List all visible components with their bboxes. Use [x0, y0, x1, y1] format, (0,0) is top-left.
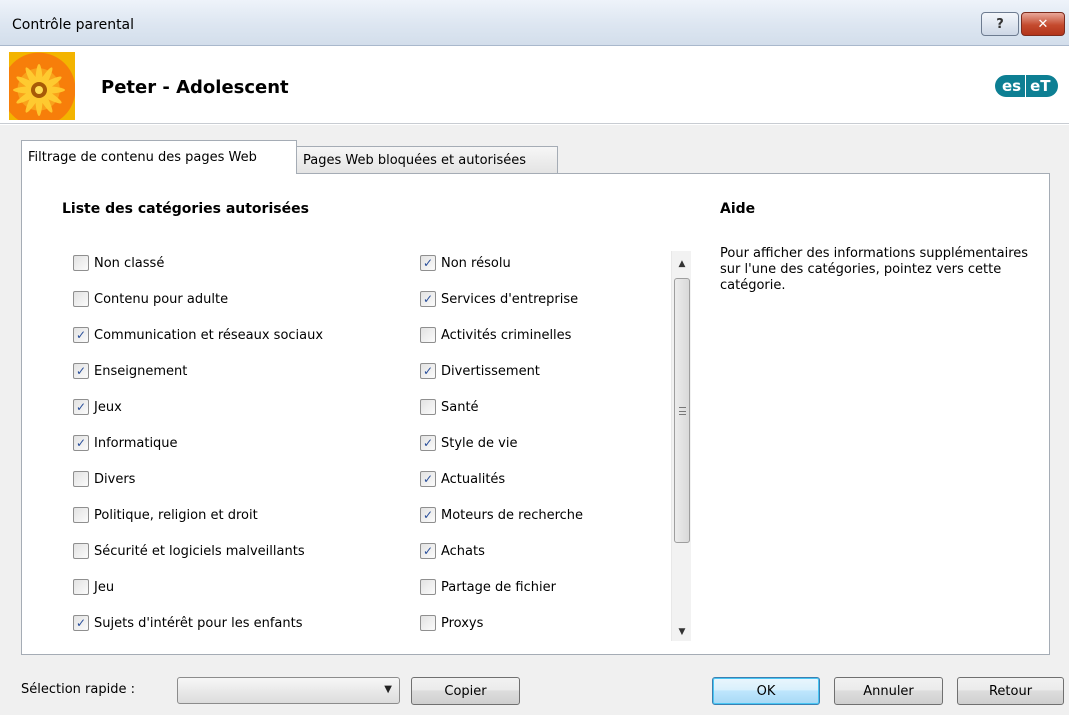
dropdown-arrow-icon: ▼ [384, 684, 392, 695]
checkbox-unchecked-icon[interactable] [73, 471, 89, 487]
category-checkbox-row[interactable]: Santé [420, 398, 479, 416]
category-checkbox-row[interactable]: ✓ Moteurs de recherche [420, 506, 583, 524]
close-icon: ✕ [1037, 16, 1049, 32]
help-icon: ? [996, 16, 1004, 32]
checkbox-unchecked-icon[interactable] [73, 507, 89, 523]
category-checkbox-row[interactable]: Divers [73, 470, 135, 488]
category-label: Jeu [94, 579, 115, 595]
checkbox-checked-icon[interactable]: ✓ [73, 399, 89, 415]
title-bar: Contrôle parental ? ✕ [0, 0, 1069, 46]
category-label: Jeux [94, 399, 122, 415]
checkbox-unchecked-icon[interactable] [420, 327, 436, 343]
checkbox-unchecked-icon[interactable] [420, 399, 436, 415]
checkbox-unchecked-icon[interactable] [73, 543, 89, 559]
tab-content-filtering[interactable]: Filtrage de contenu des pages Web [21, 140, 297, 174]
category-label: Services d'entreprise [441, 291, 579, 307]
category-label: Non classé [94, 255, 165, 271]
category-label: Contenu pour adulte [94, 291, 229, 307]
back-button[interactable]: Retour [957, 677, 1064, 705]
checkbox-unchecked-icon[interactable] [420, 579, 436, 595]
category-checkbox-row[interactable]: ✓ Style de vie [420, 434, 517, 452]
category-label: Activités criminelles [441, 327, 572, 343]
scroll-thumb[interactable] [674, 278, 690, 543]
category-checkbox-row[interactable]: Sécurité et logiciels malveillants [73, 542, 305, 560]
category-checkbox-row[interactable]: Activités criminelles [420, 326, 571, 344]
category-label: Proxys [441, 615, 484, 631]
category-scrollbar[interactable]: ▲ ▼ [671, 251, 691, 641]
category-label: Politique, religion et droit [94, 507, 258, 523]
quick-select-dropdown[interactable]: ▼ [177, 677, 400, 704]
checkbox-checked-icon[interactable]: ✓ [73, 615, 89, 631]
profile-name: Peter - Adolescent [101, 77, 289, 98]
category-checkbox-row[interactable]: Contenu pour adulte [73, 290, 228, 308]
profile-avatar [9, 52, 75, 120]
help-title: Aide [720, 201, 756, 217]
category-label: Divertissement [441, 363, 540, 379]
category-checkbox-row[interactable]: Non classé [73, 254, 164, 272]
checkbox-checked-icon[interactable]: ✓ [73, 435, 89, 451]
checkbox-checked-icon[interactable]: ✓ [73, 327, 89, 343]
tab-blocked-allowed-pages[interactable]: Pages Web bloquées et autorisées [296, 146, 558, 173]
category-checkbox-row[interactable]: ✓ Non résolu [420, 254, 511, 272]
category-checkbox-row[interactable]: ✓ Sujets d'intérêt pour les enfants [73, 614, 303, 632]
category-checkbox-row[interactable]: ✓ Enseignement [73, 362, 187, 380]
category-checkbox-row[interactable]: ✓ Services d'entreprise [420, 290, 578, 308]
tab-panel: Liste des catégories autorisées Aide Pou… [21, 173, 1050, 655]
category-checkbox-row[interactable]: ✓ Actualités [420, 470, 505, 488]
checkbox-checked-icon[interactable]: ✓ [420, 291, 436, 307]
copy-button[interactable]: Copier [411, 677, 520, 705]
checkbox-unchecked-icon[interactable] [73, 255, 89, 271]
checkbox-checked-icon[interactable]: ✓ [73, 363, 89, 379]
checkbox-unchecked-icon[interactable] [420, 615, 436, 631]
category-checkbox-row[interactable]: Politique, religion et droit [73, 506, 258, 524]
category-label: Communication et réseaux sociaux [94, 327, 324, 343]
category-checkbox-row[interactable]: ✓ Divertissement [420, 362, 540, 380]
category-label: Style de vie [441, 435, 518, 451]
ok-button[interactable]: OK [712, 677, 820, 705]
close-button[interactable]: ✕ [1021, 12, 1065, 36]
window-title: Contrôle parental [12, 17, 135, 33]
tab-label: Pages Web bloquées et autorisées [303, 152, 527, 168]
category-label: Partage de fichier [441, 579, 556, 595]
category-label: Actualités [441, 471, 506, 487]
grip-icon [679, 407, 686, 415]
checkbox-checked-icon[interactable]: ✓ [420, 543, 436, 559]
category-label: Informatique [94, 435, 178, 451]
category-label: Non résolu [441, 255, 511, 271]
category-checkbox-row[interactable]: ✓ Informatique [73, 434, 178, 452]
help-button[interactable]: ? [981, 12, 1019, 36]
category-label: Achats [441, 543, 485, 559]
category-label: Divers [94, 471, 136, 487]
category-checkbox-row[interactable]: Partage de fichier [420, 578, 556, 596]
quick-select-label: Sélection rapide : [21, 682, 135, 697]
checkbox-unchecked-icon[interactable] [73, 291, 89, 307]
category-label: Sécurité et logiciels malveillants [94, 543, 305, 559]
category-list-title: Liste des catégories autorisées [62, 201, 309, 217]
checkbox-checked-icon[interactable]: ✓ [420, 435, 436, 451]
scroll-up-arrow-icon[interactable]: ▲ [672, 255, 692, 273]
eset-logo: es eT [995, 74, 1059, 98]
help-text: Pour afficher des informations supplémen… [720, 246, 1029, 293]
tab-label: Filtrage de contenu des pages Web [28, 150, 257, 165]
checkbox-checked-icon[interactable]: ✓ [420, 471, 436, 487]
checkbox-checked-icon[interactable]: ✓ [420, 507, 436, 523]
category-checkbox-row[interactable]: ✓ Jeux [73, 398, 122, 416]
category-checkbox-row[interactable]: ✓ Achats [420, 542, 485, 560]
category-checkbox-row[interactable]: Jeu [73, 578, 114, 596]
category-checkbox-row[interactable]: Proxys [420, 614, 483, 632]
checkbox-unchecked-icon[interactable] [73, 579, 89, 595]
cancel-button[interactable]: Annuler [834, 677, 943, 705]
category-label: Enseignement [94, 363, 188, 379]
category-label: Sujets d'intérêt pour les enfants [94, 615, 303, 631]
category-checkbox-row[interactable]: ✓ Communication et réseaux sociaux [73, 326, 323, 344]
checkbox-checked-icon[interactable]: ✓ [420, 255, 436, 271]
category-label: Moteurs de recherche [441, 507, 584, 523]
scroll-down-arrow-icon[interactable]: ▼ [672, 623, 692, 641]
category-label: Santé [441, 399, 479, 415]
checkbox-checked-icon[interactable]: ✓ [420, 363, 436, 379]
profile-header: Peter - Adolescent es eT [0, 47, 1069, 124]
